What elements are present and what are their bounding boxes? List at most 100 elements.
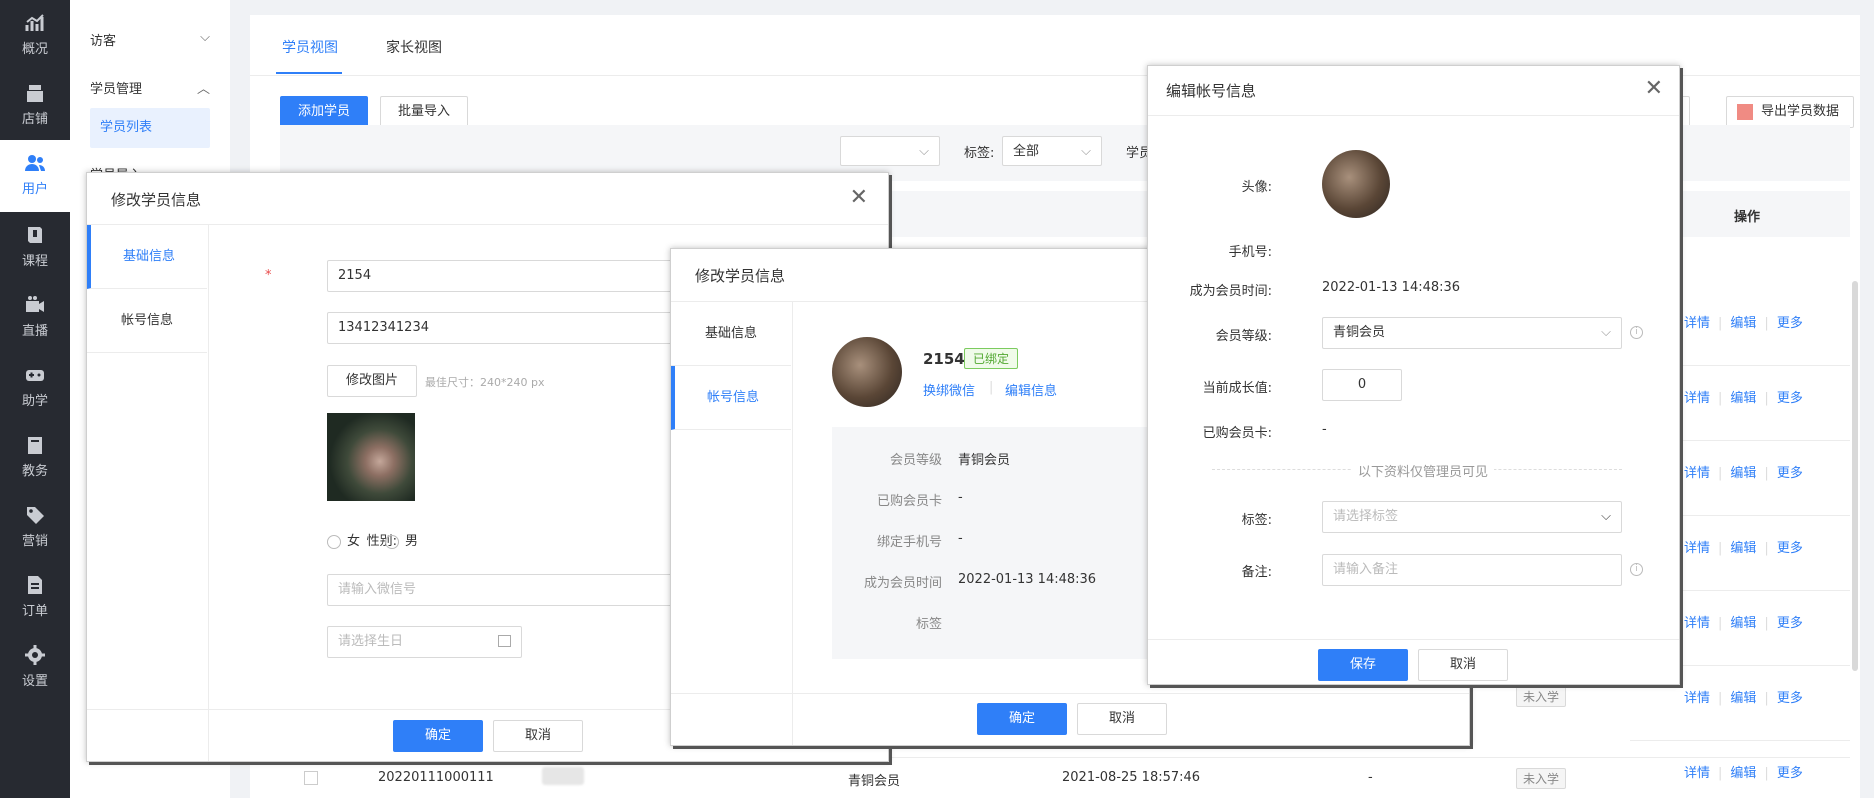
wechat-input[interactable]: 请输入微信号 <box>327 574 677 606</box>
birthday-picker[interactable]: 请选择生日 <box>327 626 522 658</box>
tab-parent-view[interactable]: 家长视图 <box>386 37 442 57</box>
close-icon[interactable]: ✕ <box>1645 76 1663 101</box>
batch-import-button[interactable]: 批量导入 <box>380 96 468 128</box>
female-label: 女 <box>347 534 361 549</box>
growth-input[interactable]: 0 <box>1322 369 1402 401</box>
note-placeholder: 请输入备注 <box>1333 562 1399 577</box>
export-icon <box>1737 104 1753 120</box>
gender-female-radio[interactable]: 女 <box>327 530 360 549</box>
confirm-button[interactable]: 确定 <box>977 703 1067 735</box>
detail-link[interactable]: 详情 <box>1684 766 1710 781</box>
more-link[interactable]: 更多 <box>1777 391 1803 406</box>
nav-label: 店铺 <box>21 112 48 127</box>
row-checkbox[interactable] <box>304 771 318 785</box>
edit-link[interactable]: 编辑 <box>1730 766 1756 781</box>
edit-link[interactable]: 编辑 <box>1730 691 1756 706</box>
nav-item-marketing[interactable]: 营销 <box>0 492 70 562</box>
filter-tag-select[interactable]: 全部 ⌵ <box>1002 136 1102 166</box>
link-separator: | <box>1764 391 1769 406</box>
nav-item-users[interactable]: 用户 <box>0 140 70 212</box>
export-label: 导出学员数据 <box>1760 104 1839 119</box>
export-button[interactable]: 导出学员数据 <box>1726 96 1854 128</box>
row-actions: 详情 | 编辑 | 更多 <box>1684 462 1803 481</box>
tab-basic-info-label: 基础信息 <box>704 326 757 341</box>
close-icon[interactable]: ✕ <box>850 185 868 210</box>
row-actions: 详情 | 编辑 | 更多 <box>1684 387 1803 406</box>
edit-info-link[interactable]: 编辑信息 <box>1005 380 1057 399</box>
nav-item-live[interactable]: 直播 <box>0 282 70 352</box>
more-link[interactable]: 更多 <box>1777 541 1803 556</box>
growth-value: 0 <box>1357 377 1367 392</box>
cancel-label: 取消 <box>1108 711 1135 726</box>
more-link[interactable]: 更多 <box>1777 691 1803 706</box>
change-wechat-link[interactable]: 换绑微信 <box>923 380 975 399</box>
subnav-student-list[interactable]: 学员列表 <box>90 108 210 148</box>
tab-student-view[interactable]: 学员视图 <box>282 37 338 57</box>
gender-label: 性别: <box>366 534 397 549</box>
subnav-visitor[interactable]: 访客 ⌵ <box>90 30 210 49</box>
phone-label: 手机号: <box>1228 245 1272 260</box>
level-select[interactable]: 青铜会员 ⌵ <box>1322 317 1622 349</box>
edit-link[interactable]: 编辑 <box>1730 391 1756 406</box>
link-separator: | <box>1718 541 1723 556</box>
cancel-button[interactable]: 取消 <box>1418 649 1508 681</box>
row-actions: 详情 | 编辑 | 更多 <box>1684 687 1803 706</box>
tag-select[interactable]: 请选择标签 ⌵ <box>1322 501 1622 533</box>
name-input[interactable]: 2154 <box>327 260 677 292</box>
tab-basic-info[interactable]: 基础信息 <box>671 302 791 366</box>
edit-link[interactable]: 编辑 <box>1730 541 1756 556</box>
nav-label: 设置 <box>21 674 48 689</box>
filter-select[interactable]: ⌵ <box>840 136 940 166</box>
save-button[interactable]: 保存 <box>1318 649 1408 681</box>
nav-item-assist[interactable]: 助学 <box>0 352 70 422</box>
gender-male-radio[interactable]: 男 <box>385 530 418 549</box>
avatar-hint: 最佳尺寸：240*240 px <box>425 376 545 389</box>
nav-item-orders[interactable]: 订单 <box>0 562 70 632</box>
note-input[interactable]: 请输入备注 <box>1322 554 1622 586</box>
edit-link[interactable]: 编辑 <box>1730 316 1756 331</box>
nav-item-course[interactable]: 课程 <box>0 212 70 282</box>
info-icon: i <box>1630 563 1643 576</box>
detail-link[interactable]: 详情 <box>1684 541 1710 556</box>
more-link[interactable]: 更多 <box>1777 766 1803 781</box>
avatar <box>1322 150 1390 218</box>
cancel-button[interactable]: 取消 <box>1077 703 1167 735</box>
more-link[interactable]: 更多 <box>1777 316 1803 331</box>
tab-account-info-label: 帐号信息 <box>706 390 759 405</box>
link-separator: | <box>1764 316 1769 331</box>
subnav-student-mgmt[interactable]: 学员管理 ︿ <box>90 78 210 97</box>
phone-input[interactable]: 13412341234 <box>327 312 677 344</box>
scrollbar-thumb[interactable] <box>1852 281 1858 671</box>
row-divider <box>1630 740 1850 741</box>
detail-link[interactable]: 详情 <box>1684 616 1710 631</box>
tab-basic-info-label: 基础信息 <box>122 249 175 264</box>
nav-item-academic[interactable]: 教务 <box>0 422 70 492</box>
admin-divider-text: 以下资料仅管理员可见 <box>1352 461 1495 480</box>
more-link[interactable]: 更多 <box>1777 466 1803 481</box>
tab-account-info[interactable]: 帐号信息 <box>671 366 791 430</box>
confirm-button[interactable]: 确定 <box>393 720 483 752</box>
info-panel: 会员等级 青铜会员 已购会员卡 - 绑定手机号 - 成为会员时间 2022-01… <box>832 427 1172 659</box>
detail-link[interactable]: 详情 <box>1684 316 1710 331</box>
male-label: 男 <box>405 534 419 549</box>
chart-icon <box>25 14 44 31</box>
add-student-button[interactable]: 添加学员 <box>280 96 368 128</box>
tab-account-info[interactable]: 帐号信息 <box>87 289 207 353</box>
row-time: 2021-08-25 18:57:46 <box>1062 770 1201 785</box>
video-icon <box>26 296 44 312</box>
tab-basic-info[interactable]: 基础信息 <box>87 225 207 289</box>
nav-item-store[interactable]: 店铺 <box>0 70 70 140</box>
cancel-button[interactable]: 取消 <box>493 720 583 752</box>
nav-item-overview[interactable]: 概况 <box>0 0 70 70</box>
row-id: 20220111000111 <box>378 770 494 785</box>
detail-link[interactable]: 详情 <box>1684 466 1710 481</box>
nav-item-settings[interactable]: 设置 <box>0 632 70 702</box>
more-link[interactable]: 更多 <box>1777 616 1803 631</box>
detail-link[interactable]: 详情 <box>1684 391 1710 406</box>
info-label: 会员等级 <box>889 453 942 468</box>
edit-link[interactable]: 编辑 <box>1730 466 1756 481</box>
avatar <box>832 337 902 407</box>
detail-link[interactable]: 详情 <box>1684 691 1710 706</box>
change-image-button[interactable]: 修改图片 <box>327 365 417 397</box>
edit-link[interactable]: 编辑 <box>1730 616 1756 631</box>
